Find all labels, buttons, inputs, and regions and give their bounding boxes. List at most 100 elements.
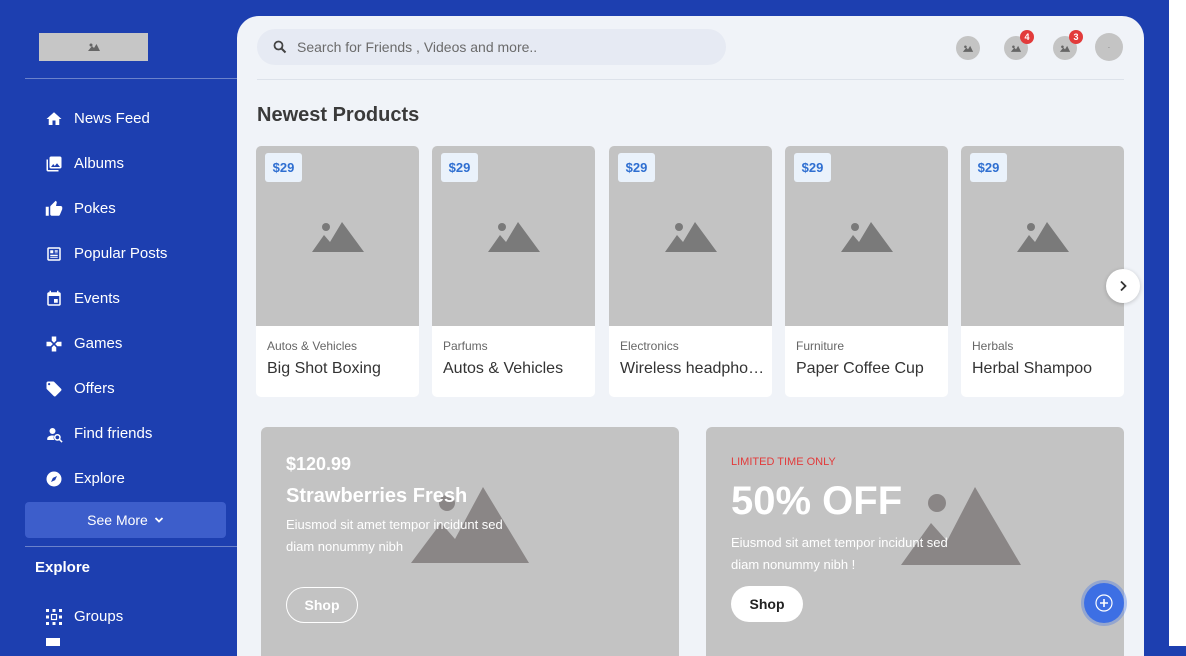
see-more-button[interactable]: See More <box>25 502 226 538</box>
search-icon <box>273 40 287 54</box>
sidebar-divider <box>25 546 237 547</box>
sidebar-item-label: Albums <box>74 155 125 172</box>
sidebar-item-pokes[interactable]: Pokes <box>44 186 167 231</box>
product-name: Big Shot Boxing <box>267 360 381 377</box>
product-category: Furniture <box>796 339 845 353</box>
price-badge: $29 <box>618 153 655 182</box>
banner-title: 50% OFF <box>731 479 903 523</box>
image-placeholder-icon <box>87 43 100 51</box>
sidebar-item-label: Popular Posts <box>74 245 168 262</box>
sidebar-item-label: Offers <box>74 380 115 397</box>
sidebar-item-popular-posts[interactable]: Popular Posts <box>44 231 167 276</box>
sidebar: News Feed Albums Pokes Popular Posts Eve… <box>0 0 237 646</box>
product-card[interactable]: $29 Electronics Wireless headphones <box>609 146 772 397</box>
header-divider <box>257 79 1124 80</box>
groups-grid-icon <box>44 607 64 627</box>
sidebar-item-partial-icon <box>44 636 64 646</box>
banner-price: $120.99 <box>286 454 352 474</box>
sidebar-item-label: News Feed <box>74 110 150 127</box>
sidebar-item-explore[interactable]: Explore <box>44 456 167 501</box>
product-name: Paper Coffee Cup <box>796 360 924 377</box>
notification-button[interactable]: 4 <box>1004 30 1034 60</box>
gamepad-icon <box>44 334 64 354</box>
sidebar-divider <box>25 78 237 79</box>
calendar-icon <box>44 289 64 309</box>
sidebar-item-albums[interactable]: Albums <box>44 141 167 186</box>
product-image: $29 <box>609 146 772 326</box>
search-input[interactable] <box>295 38 699 56</box>
product-image: $29 <box>256 146 419 326</box>
banner-title: Strawberries Fresh <box>286 485 468 507</box>
thumb-up-icon <box>44 199 64 219</box>
banner-tag: LIMITED TIME ONLY <box>731 456 836 468</box>
product-category: Autos & Vehicles <box>267 339 358 353</box>
image-placeholder-icon <box>962 45 974 52</box>
product-category: Electronics <box>620 339 679 353</box>
shop-button[interactable]: Shop <box>286 587 358 623</box>
image-placeholder-icon <box>664 222 717 252</box>
banner-desc-line: Eiusmod sit amet tempor incidunt sed <box>286 517 503 532</box>
product-image: $29 <box>961 146 1124 326</box>
explore-heading: Explore <box>35 559 91 576</box>
price-badge: $29 <box>794 153 831 182</box>
product-card[interactable]: $29 Furniture Paper Coffee Cup <box>785 146 948 397</box>
message-badge: 3 <box>1069 30 1083 44</box>
shop-button[interactable]: Shop <box>731 586 803 622</box>
product-card[interactable]: $29 Autos & Vehicles Big Shot Boxing <box>256 146 419 397</box>
price-badge: $29 <box>970 153 1007 182</box>
sidebar-item-events[interactable]: Events <box>44 276 167 321</box>
image-placeholder-icon <box>1016 222 1069 252</box>
promo-banner: LIMITED TIME ONLY 50% OFF Eiusmod sit am… <box>706 427 1124 656</box>
banner-desc-line: diam nonummy nibh ! <box>731 557 856 572</box>
product-card[interactable]: $29 Parfums Autos & Vehicles <box>432 146 595 397</box>
price-badge: $29 <box>265 153 302 182</box>
photo-album-icon <box>44 154 64 174</box>
tag-icon <box>44 379 64 399</box>
product-card[interactable]: $29 Herbals Herbal Shampoo <box>961 146 1124 397</box>
product-name: Wireless headphones <box>620 360 766 377</box>
image-placeholder-icon <box>1010 45 1022 52</box>
sidebar-nav: News Feed Albums Pokes Popular Posts Eve… <box>44 96 167 501</box>
image-placeholder-icon <box>840 222 893 252</box>
compass-icon <box>44 469 64 489</box>
add-button[interactable] <box>1084 583 1124 623</box>
header-icon-button[interactable] <box>956 36 980 60</box>
product-category: Herbals <box>972 339 1014 353</box>
home-icon <box>44 109 64 129</box>
sidebar-item-label: Explore <box>74 470 125 487</box>
message-button[interactable]: 3 <box>1053 30 1083 60</box>
product-name: Autos & Vehicles <box>443 360 564 377</box>
section-title: Newest Products <box>257 104 420 126</box>
sidebar-item-label: Find friends <box>74 425 153 442</box>
plus-icon <box>1095 594 1113 612</box>
window-edge <box>1169 0 1186 646</box>
product-category: Parfums <box>443 339 488 353</box>
avatar[interactable]: · <box>1095 33 1123 61</box>
chevron-right-icon <box>1120 280 1127 292</box>
sidebar-item-groups[interactable]: Groups <box>44 594 123 639</box>
product-name: Herbal Shampoo <box>972 360 1093 377</box>
product-carousel: $29 Autos & Vehicles Big Shot Boxing $29… <box>256 146 1125 397</box>
main-panel: 4 3 · Newest Products $29 Autos & Vehicl… <box>237 16 1144 656</box>
sidebar-item-label: Games <box>74 335 123 352</box>
see-more-label: See More <box>87 512 148 528</box>
sidebar-item-find-friends[interactable]: Find friends <box>44 411 167 456</box>
logo[interactable] <box>39 33 148 61</box>
product-image: $29 <box>785 146 948 326</box>
search-bar[interactable] <box>257 29 726 65</box>
sidebar-item-label: Events <box>74 290 120 307</box>
sidebar-item-offers[interactable]: Offers <box>44 366 167 411</box>
sidebar-item-news-feed[interactable]: News Feed <box>44 96 167 141</box>
chevron-down-icon <box>154 517 163 523</box>
sidebar-item-label: Groups <box>74 608 124 625</box>
image-placeholder-icon <box>1059 45 1071 52</box>
banner-description: Eiusmod sit amet tempor incidunt sed dia… <box>731 532 948 576</box>
carousel-next-button[interactable] <box>1106 269 1140 303</box>
person-search-icon <box>44 424 64 444</box>
banner-desc-line: diam nonummy nibh <box>286 539 404 554</box>
article-icon <box>44 244 64 264</box>
banner-description: Eiusmod sit amet tempor incidunt sed dia… <box>286 514 503 558</box>
image-placeholder-icon <box>311 222 364 252</box>
sidebar-item-games[interactable]: Games <box>44 321 167 366</box>
promo-banner: $120.99 Strawberries Fresh Eiusmod sit a… <box>261 427 679 656</box>
